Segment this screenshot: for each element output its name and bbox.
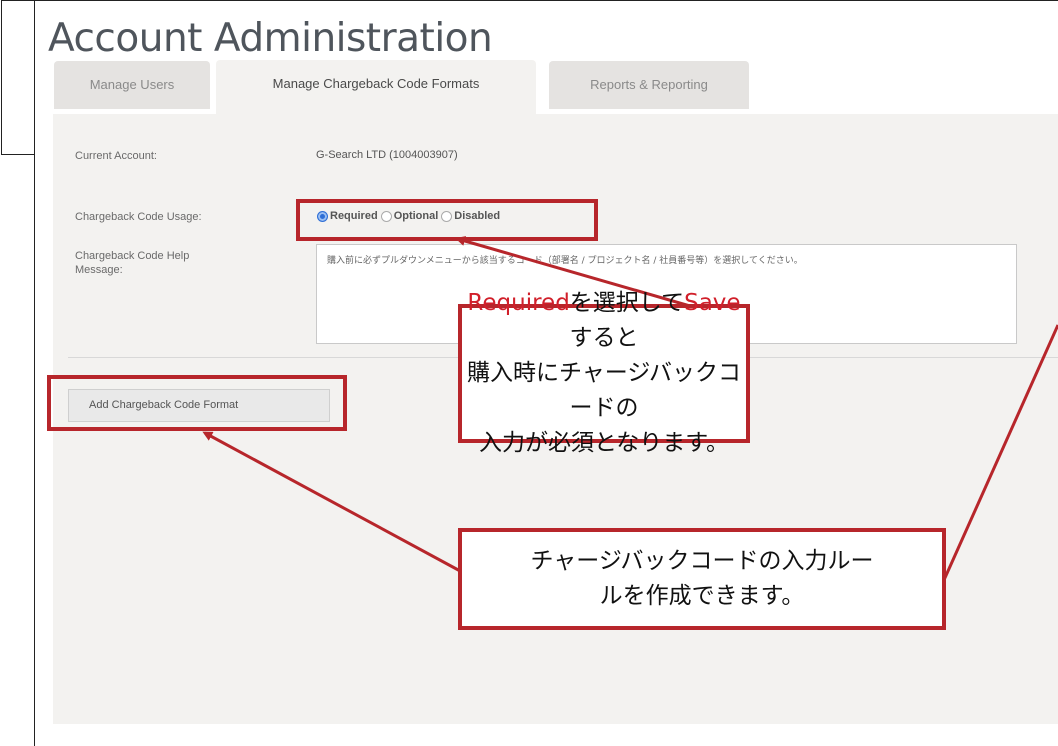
callout-required: Requiredを選択してSave すると 購入時にチャージバックコードの 入力が… <box>458 290 750 456</box>
callout-required-text-a: を選択して <box>569 290 685 316</box>
arrow-to-offscreen <box>942 324 1058 581</box>
callout-required-text-b: すると <box>569 325 639 351</box>
callout-required-line1: Requiredを選択してSave すると <box>462 286 746 356</box>
callout-format-line2: ルを作成できます。 <box>599 583 805 609</box>
arrow-to-add-button <box>202 431 463 574</box>
callout-required-line3: 入力が必須となります。 <box>478 430 729 456</box>
tab-chargeback-code-formats[interactable]: Manage Chargeback Code Formats <box>216 60 536 115</box>
keyword-save: Save <box>684 290 741 316</box>
callout-required-line2: 購入時にチャージバックコードの <box>467 360 741 421</box>
callout-format: チャージバックコードの入力ルー ルを作成できます。 <box>458 528 946 630</box>
callout-format-line1: チャージバックコードの入力ルー <box>530 548 874 574</box>
keyword-required: Required <box>467 290 570 316</box>
